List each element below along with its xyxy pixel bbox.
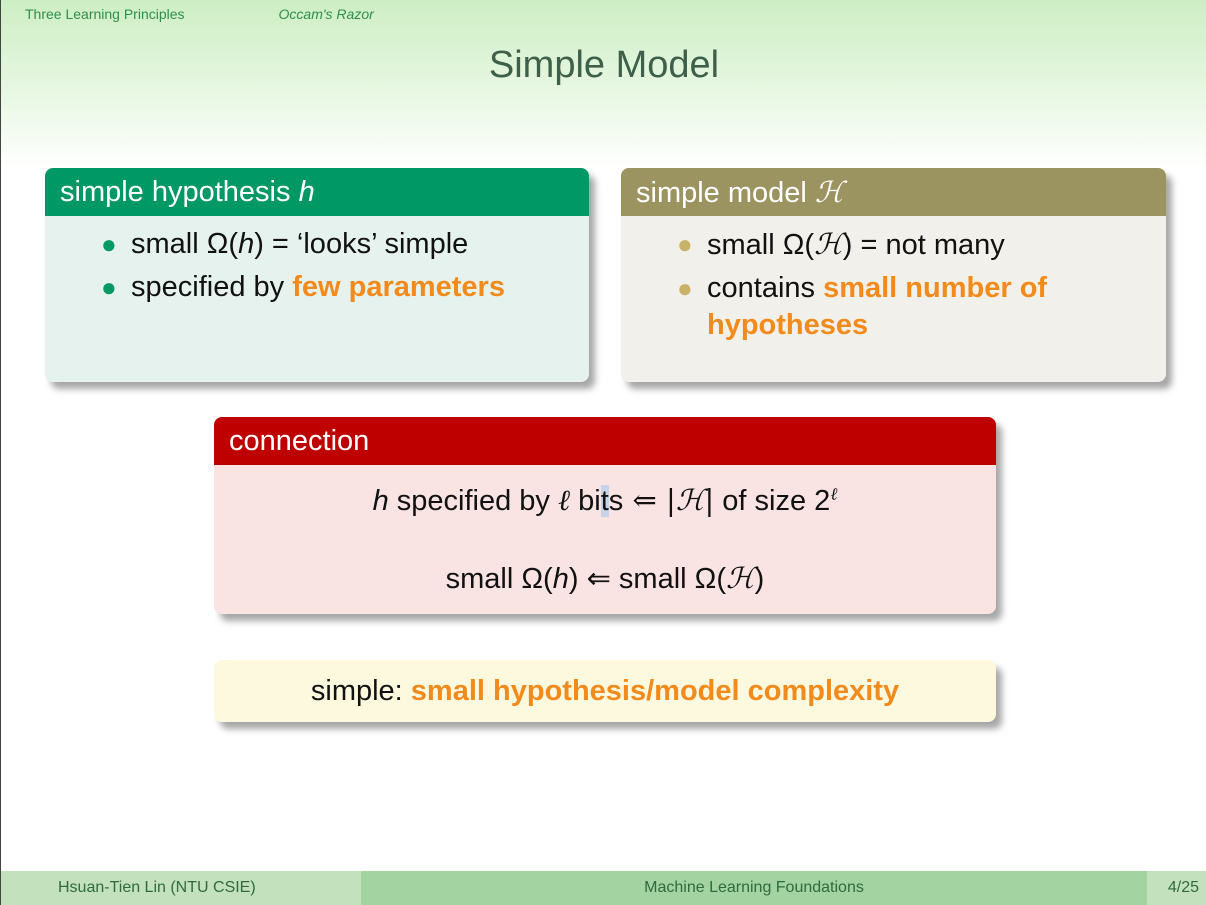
footer-page-number[interactable]: 4/25 bbox=[1147, 871, 1206, 905]
math-cardinality: |ℋ| bbox=[666, 483, 715, 517]
text: of size 2 bbox=[714, 485, 831, 517]
connection-block: connection h specified by ℓ bits ⇐ |ℋ| o… bbox=[214, 417, 996, 614]
list-item: ● contains small number of hypotheses bbox=[677, 270, 1166, 344]
math-H: ℋ bbox=[726, 561, 755, 595]
footer-course[interactable]: Machine Learning Foundations bbox=[361, 871, 1147, 905]
math-h: h bbox=[372, 485, 389, 517]
text: small Ω( bbox=[445, 563, 553, 595]
nav-section[interactable]: Three Learning Principles bbox=[25, 6, 185, 22]
item-text: small Ω( bbox=[131, 228, 239, 260]
bullet-icon: ● bbox=[101, 272, 117, 302]
slide: Three Learning Principles Occam's Razor … bbox=[1, 0, 1206, 905]
item-symbol: ℋ bbox=[814, 227, 843, 261]
item-text: ) = not many bbox=[842, 229, 1005, 261]
math-h: h bbox=[552, 563, 569, 595]
item-text: small Ω( bbox=[707, 229, 815, 261]
math-ell: ℓ bbox=[558, 483, 571, 517]
item-text: ) = ‘looks’ simple bbox=[254, 228, 469, 260]
summary-block: simple: small hypothesis/model complexit… bbox=[214, 660, 996, 722]
hypothesis-title-symbol: h bbox=[298, 176, 315, 208]
text: specified by bbox=[388, 485, 558, 517]
implies-arrow: ⇐ bbox=[623, 483, 667, 517]
connection-block-title: connection bbox=[214, 417, 996, 465]
breadcrumb: Three Learning Principles Occam's Razor bbox=[25, 6, 374, 22]
item-emphasis: few parameters bbox=[292, 271, 505, 303]
list-item: ● small Ω(h) = ‘looks’ simple bbox=[101, 226, 589, 263]
text: s bbox=[608, 485, 624, 517]
connection-line-2: small Ω(h) ⇐ small Ω(ℋ) bbox=[214, 561, 996, 596]
connection-line-1: h specified by ℓ bits ⇐ |ℋ| of size 2ℓ bbox=[214, 483, 996, 518]
text: ) ⇐ small Ω( bbox=[568, 563, 726, 595]
text: bi bbox=[570, 485, 601, 517]
bullet-icon: ● bbox=[677, 273, 693, 303]
model-block: simple model ℋ ● small Ω(ℋ) = not many ●… bbox=[621, 168, 1166, 382]
item-symbol: h bbox=[238, 228, 255, 260]
summary-text: simple: bbox=[310, 675, 411, 707]
footer: Hsuan-Tien Lin (NTU CSIE) Machine Learni… bbox=[1, 871, 1206, 905]
list-item: ● small Ω(ℋ) = not many bbox=[677, 226, 1166, 264]
summary-emphasis: small hypothesis/model complexity bbox=[410, 675, 900, 707]
nav-subsection[interactable]: Occam's Razor bbox=[279, 6, 374, 22]
text-selection-highlight: t bbox=[600, 485, 609, 517]
model-title-symbol: ℋ bbox=[814, 175, 844, 209]
footer-page-text: 4/25 bbox=[1167, 879, 1199, 896]
hypothesis-block-title: simple hypothesis h bbox=[45, 168, 589, 216]
slide-title: Simple Model bbox=[488, 44, 720, 86]
footer-author-text: Hsuan-Tien Lin (NTU CSIE) bbox=[58, 879, 256, 896]
model-title-text: simple model bbox=[636, 177, 815, 209]
bullet-icon: ● bbox=[677, 229, 693, 259]
bullet-icon: ● bbox=[101, 229, 117, 259]
hypothesis-title-text: simple hypothesis bbox=[60, 176, 299, 208]
math-exponent: ℓ bbox=[830, 484, 838, 505]
model-block-title: simple model ℋ bbox=[621, 168, 1166, 216]
item-text: contains bbox=[707, 272, 824, 304]
hypothesis-block: simple hypothesis h ● small Ω(h) = ‘look… bbox=[45, 168, 589, 382]
item-text: specified by bbox=[131, 271, 293, 303]
list-item: ● specified by few parameters bbox=[101, 269, 589, 306]
text: ) bbox=[754, 563, 765, 595]
footer-author[interactable]: Hsuan-Tien Lin (NTU CSIE) bbox=[1, 871, 361, 905]
